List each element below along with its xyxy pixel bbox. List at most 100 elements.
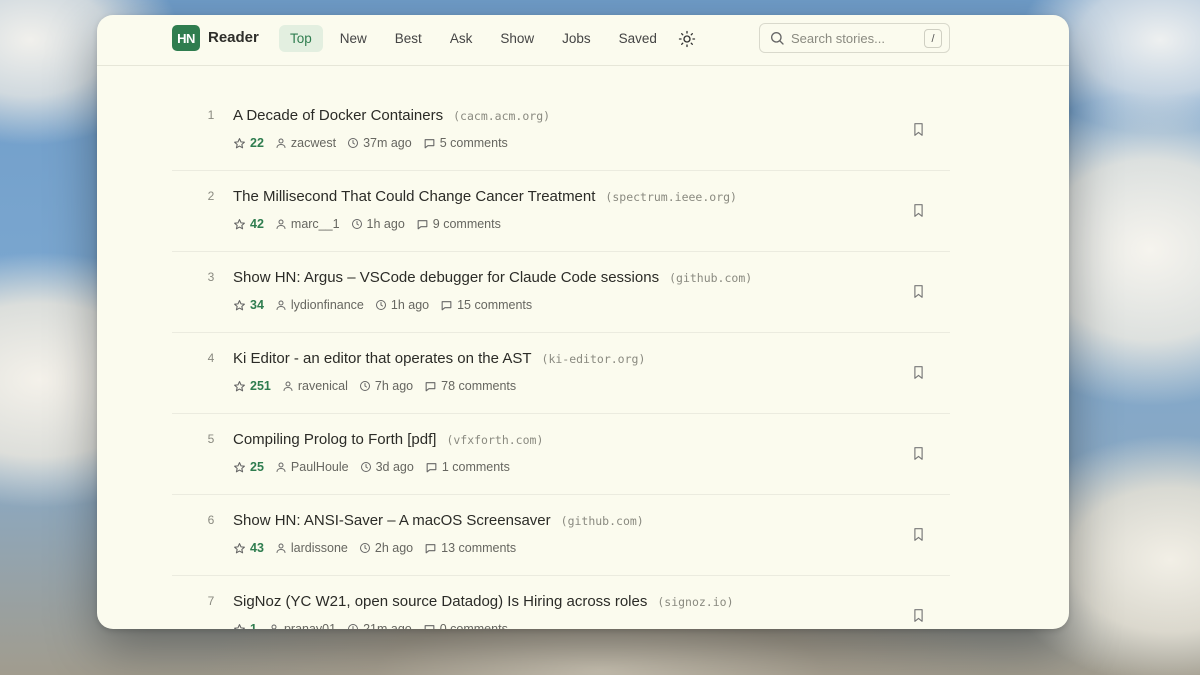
story-author[interactable]: PaulHoule	[275, 460, 349, 474]
comment-icon	[416, 218, 433, 231]
comments-text: 0 comments	[439, 622, 508, 629]
comments-text: 15 comments	[457, 298, 533, 312]
story-meta: 25 PaulHoule 3d ago 1 comments	[233, 460, 521, 474]
bookmark-button[interactable]	[910, 363, 926, 381]
bookmark-icon	[913, 203, 924, 217]
story-age: 2h ago	[359, 541, 413, 555]
story-title-line: Show HN: Argus – VSCode debugger for Cla…	[233, 269, 752, 286]
author-name: ravenical	[297, 379, 348, 393]
story-author[interactable]: pranay01	[268, 622, 336, 629]
bookmark-button[interactable]	[910, 282, 926, 300]
story-age: 21m ago	[347, 622, 412, 629]
story-points: 43	[233, 541, 264, 555]
age-text: 3d ago	[375, 460, 414, 474]
story-domain[interactable]: (vfxforth.com)	[446, 433, 543, 447]
tab-jobs[interactable]: Jobs	[551, 25, 602, 52]
tab-best[interactable]: Best	[384, 25, 433, 52]
story-row: 1 A Decade of Docker Containers (cacm.ac…	[172, 90, 950, 171]
bookmark-button[interactable]	[910, 201, 926, 219]
author-name: marc__1	[290, 217, 340, 231]
clock-icon	[359, 542, 375, 554]
story-comments-link[interactable]: 15 comments	[440, 298, 532, 312]
story-domain[interactable]: (github.com)	[669, 271, 752, 285]
story-age: 1h ago	[351, 217, 405, 231]
story-domain[interactable]: (spectrum.ieee.org)	[605, 190, 737, 204]
age-text: 37m ago	[363, 136, 412, 150]
story-title-link[interactable]: The Millisecond That Could Change Cancer…	[233, 188, 595, 205]
story-author[interactable]: lydionfinance	[275, 298, 364, 312]
points-value: 1	[250, 622, 257, 629]
user-icon	[275, 461, 291, 473]
story-title-line: A Decade of Docker Containers (cacm.acm.…	[233, 107, 550, 124]
tab-top[interactable]: Top	[279, 25, 323, 52]
user-icon	[275, 299, 291, 311]
bookmark-button[interactable]	[910, 120, 926, 138]
author-name: lydionfinance	[290, 298, 364, 312]
story-age: 37m ago	[347, 136, 412, 150]
story-title-link[interactable]: A Decade of Docker Containers	[233, 107, 443, 124]
story-comments-link[interactable]: 5 comments	[423, 136, 508, 150]
story-author[interactable]: lardissone	[275, 541, 348, 555]
story-rank: 5	[207, 432, 215, 446]
story-domain[interactable]: (ki-editor.org)	[542, 352, 646, 366]
story-author[interactable]: ravenical	[282, 379, 348, 393]
clock-icon	[351, 218, 367, 230]
bookmark-icon	[913, 284, 924, 298]
story-title-link[interactable]: Show HN: ANSI-Saver – A macOS Screensave…	[233, 512, 551, 529]
story-row: 7 SigNoz (YC W21, open source Datadog) I…	[172, 576, 950, 629]
story-comments-link[interactable]: 0 comments	[423, 622, 508, 629]
story-comments-link[interactable]: 78 comments	[424, 379, 516, 393]
bookmark-button[interactable]	[910, 444, 926, 462]
story-comments-link[interactable]: 1 comments	[425, 460, 510, 474]
tab-show[interactable]: Show	[489, 25, 545, 52]
search-box[interactable]: /	[759, 23, 950, 53]
story-author[interactable]: zacwest	[275, 136, 336, 150]
story-author[interactable]: marc__1	[275, 217, 340, 231]
points-value: 34	[250, 298, 264, 312]
story-points: 25	[233, 460, 264, 474]
comments-text: 9 comments	[432, 217, 501, 231]
tab-ask[interactable]: Ask	[439, 25, 484, 52]
story-domain[interactable]: (cacm.acm.org)	[453, 109, 550, 123]
story-title-link[interactable]: Ki Editor - an editor that operates on t…	[233, 350, 532, 367]
clock-icon	[375, 299, 391, 311]
author-name: lardissone	[290, 541, 348, 555]
story-age: 7h ago	[359, 379, 413, 393]
tab-new[interactable]: New	[329, 25, 378, 52]
comment-icon	[425, 461, 442, 474]
search-input[interactable]	[791, 30, 911, 46]
top-bar: HN Reader Top New Best Ask Show Jobs Sav…	[97, 15, 1069, 66]
comment-icon	[423, 137, 440, 150]
nav-tabs: Top New Best Ask Show Jobs Saved	[279, 25, 668, 52]
story-points: 42	[233, 217, 264, 231]
user-icon	[275, 137, 291, 149]
age-text: 1h ago	[390, 298, 430, 312]
bookmark-button[interactable]	[910, 525, 926, 543]
sun-icon	[678, 30, 696, 48]
clock-icon	[359, 380, 375, 392]
story-title-line: SigNoz (YC W21, open source Datadog) Is …	[233, 593, 734, 610]
story-title-link[interactable]: SigNoz (YC W21, open source Datadog) Is …	[233, 593, 647, 610]
story-domain[interactable]: (signoz.io)	[657, 595, 733, 609]
comments-text: 5 comments	[439, 136, 508, 150]
story-title-link[interactable]: Compiling Prolog to Forth [pdf]	[233, 431, 436, 448]
points-value: 43	[250, 541, 264, 555]
story-rank: 4	[207, 351, 215, 365]
story-rank: 6	[207, 513, 215, 527]
bookmark-icon	[913, 122, 924, 136]
theme-toggle-button[interactable]	[675, 27, 699, 51]
tab-saved[interactable]: Saved	[608, 25, 668, 52]
app-logo[interactable]: HN	[172, 25, 200, 51]
story-meta: 251 ravenical 7h ago 78 comments	[233, 379, 527, 393]
story-title-line: Show HN: ANSI-Saver – A macOS Screensave…	[233, 512, 644, 529]
brand-name[interactable]: Reader	[208, 29, 259, 46]
story-title-link[interactable]: Show HN: Argus – VSCode debugger for Cla…	[233, 269, 659, 286]
story-comments-link[interactable]: 13 comments	[424, 541, 516, 555]
story-domain[interactable]: (github.com)	[561, 514, 644, 528]
story-title-line: Ki Editor - an editor that operates on t…	[233, 350, 645, 367]
story-age: 1h ago	[375, 298, 429, 312]
story-points: 251	[233, 379, 271, 393]
points-value: 25	[250, 460, 264, 474]
story-comments-link[interactable]: 9 comments	[416, 217, 501, 231]
bookmark-button[interactable]	[910, 606, 926, 624]
